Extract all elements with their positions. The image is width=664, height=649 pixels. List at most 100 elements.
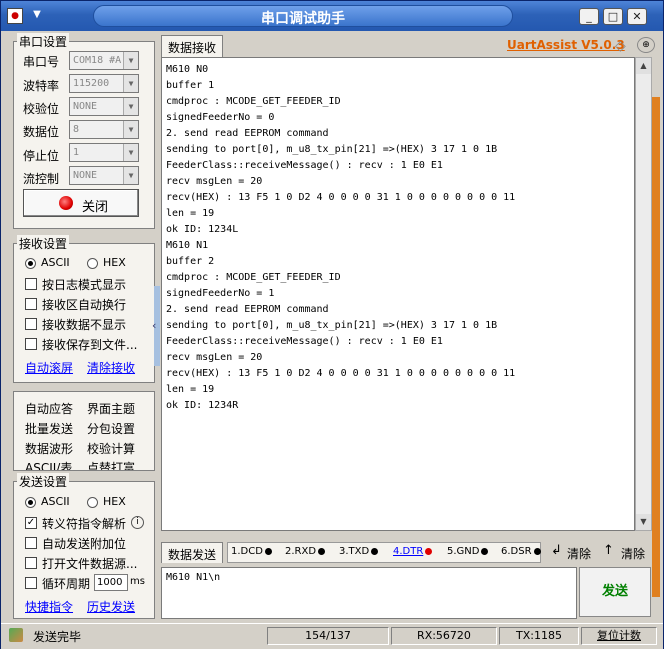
clear-recv-link[interactable]: 清除接收 [87,359,135,376]
recv-line: buffer 1 [166,80,215,91]
pin-dsr[interactable]: 6.DSR [501,546,541,557]
parity-select[interactable]: NONE ▼ [69,97,139,116]
recv-line: 2. send read EEPROM command [166,304,329,315]
escape-parse-checkbox[interactable]: ✓ [25,517,37,529]
tab-recv[interactable]: 数据接收 [161,35,224,57]
batch-send-button[interactable]: 批量发送 [25,420,73,437]
port-select[interactable]: COM18 #A ▼ [69,51,139,70]
recv-line: sending to port[0], m_u8_tx_pin[21] =>(H… [166,320,498,331]
recv-line: len = 19 [166,384,215,395]
cycle-label: 循环周期 [42,577,91,591]
cycle-input[interactable]: 1000 [94,574,128,591]
recv-line: ok ID: 1234R [166,400,239,411]
serial-settings-title: 串口设置 [17,33,70,50]
auto-wrap-checkbox[interactable] [25,298,37,310]
recv-line: M610 N0 [166,64,209,75]
databits-select[interactable]: 8 ▼ [69,120,139,139]
send-hex-radio[interactable] [87,497,98,508]
port-status-led-icon [59,196,73,210]
status-icon [9,628,23,642]
recv-line: recv msgLen = 20 [166,176,263,187]
pin-txd[interactable]: 3.TXD [339,546,379,557]
scroll-down-icon[interactable]: ▼ [636,514,651,530]
auto-scroll-link[interactable]: 自动滚屏 [25,359,73,376]
window-title: 串口调试助手 [261,11,345,27]
tab-send[interactable]: 数据发送 [161,542,224,563]
ui-theme-button[interactable]: 界面主题 [87,400,135,417]
recv-line: signedFeederNo = 1 [166,288,275,299]
clock-punch-button[interactable]: 点替打富 [87,459,135,470]
recv-ascii-radio[interactable] [25,258,36,269]
open-file-checkbox[interactable] [25,557,37,569]
hide-recv-checkbox[interactable] [25,318,37,330]
pin-dsr-label: 6.DSR [501,546,532,557]
parity-label: 校验位 [23,102,60,116]
chevron-down-icon: ▼ [123,144,138,161]
chevron-down-icon: ▼ [123,52,138,69]
pin-dcd[interactable]: 1.DCD [231,546,272,557]
chevron-down-icon: ▼ [123,75,138,92]
recv-hex-radio[interactable] [87,258,98,269]
packet-setting-button[interactable]: 分包设置 [87,420,135,437]
save-file-checkbox[interactable] [25,338,37,350]
status-message: 发送完毕 [33,630,82,644]
escape-parse-label: 转义符指令解析 [42,517,127,531]
title-bar: ● ▼ 串口调试助手 _ □ ✕ [1,1,663,31]
pin-gnd[interactable]: 5.GND [447,546,489,557]
status-counter: 154/137 [267,627,389,645]
recv-scrollbar[interactable]: ▲ ▼ [635,57,652,531]
send-ascii-radio[interactable] [25,497,36,508]
system-menu-icon[interactable]: ▼ [27,7,47,23]
pin-txd-label: 3.TXD [339,546,370,557]
pin-dcd-led-icon [264,547,272,555]
auto-reply-button[interactable]: 自动应答 [25,400,73,417]
databits-label: 数据位 [23,125,60,139]
recv-line: recv msgLen = 20 [166,352,263,363]
scroll-up-icon[interactable]: ▲ [636,58,651,74]
auto-append-checkbox[interactable] [25,537,37,549]
close-port-label: 关闭 [82,200,109,215]
clear-send-button[interactable]: 清除 [621,545,645,562]
collapse-left-icon[interactable]: ‹ [152,319,156,332]
maximize-button[interactable]: □ [603,8,623,25]
info-icon[interactable]: i [131,516,144,529]
chevron-down-icon: ▼ [123,121,138,138]
data-wave-button[interactable]: 数据波形 [25,440,73,457]
save-file-label: 接收保存到文件... [42,338,138,352]
recv-line: sending to port[0], m_u8_tx_pin[21] =>(H… [166,144,498,155]
ascii-table-button[interactable]: ASCII/表 [25,459,72,470]
flow-select[interactable]: NONE ▼ [69,166,139,185]
status-tx: TX:1185 [499,627,579,645]
baud-select[interactable]: 115200 ▼ [69,74,139,93]
globe-icon[interactable]: ⊕ [637,37,655,53]
log-mode-checkbox[interactable] [25,278,37,290]
clear-send-arrow-icon: ↑ [603,543,614,558]
pin-gnd-led-icon [481,547,489,555]
cycle-checkbox[interactable] [25,577,37,589]
clear-recv-button[interactable]: 清除 [567,545,591,562]
stopbits-select[interactable]: 1 ▼ [69,143,139,162]
send-button[interactable]: 发送 [579,567,651,617]
hide-recv-label: 接收数据不显示 [42,318,127,332]
recv-textarea[interactable]: M610 N0 buffer 1 cmdproc : MCODE_GET_FEE… [161,57,635,531]
chevron-down-icon: ▼ [123,167,138,184]
minimize-button[interactable]: _ [579,8,599,25]
recv-hex-label: HEX [103,256,126,269]
pin-rxd-label: 2.RXD [285,546,317,557]
reset-count-button[interactable]: 复位计数 [581,627,657,645]
recv-line: recv(HEX) : 13 F5 1 0 D2 4 0 0 0 0 31 1 … [166,368,516,379]
history-link[interactable]: 历史发送 [87,598,135,615]
brand-link[interactable]: UartAssist V5.0.3 [507,38,625,52]
pin-rxd[interactable]: 2.RXD [285,546,326,557]
recv-ascii-label: ASCII [41,256,70,269]
close-window-button[interactable]: ✕ [627,8,647,25]
pin-dtr-led-icon [425,547,433,555]
quick-cmd-link[interactable]: 快捷指令 [25,598,73,615]
send-input[interactable]: M610 N1\n [161,567,577,619]
diamond-icon[interactable]: ◇ [615,38,626,54]
chevron-down-icon: ▼ [123,98,138,115]
open-close-port-button[interactable]: 关闭 [23,189,139,217]
flow-value: NONE [73,170,98,181]
pin-dtr[interactable]: 4.DTR [393,546,433,557]
checksum-button[interactable]: 校验计算 [87,440,135,457]
